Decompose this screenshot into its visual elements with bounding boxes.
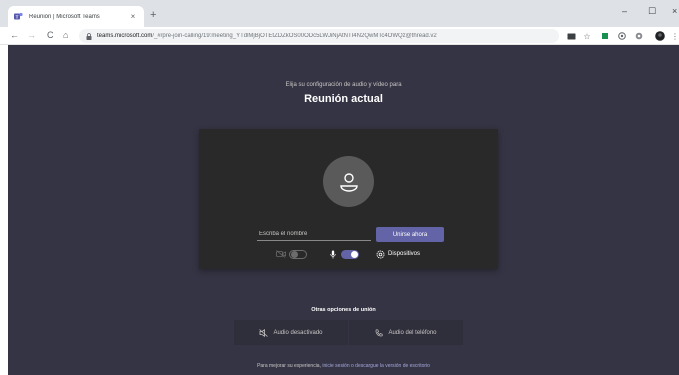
phone-audio-label: Audio del teléfono — [388, 329, 437, 336]
person-icon — [339, 172, 358, 192]
av-controls: Dispositivos — [199, 247, 498, 263]
star-icon[interactable]: ☆ — [582, 31, 592, 41]
teams-prejoin-page: Elija su configuración de audio y vídeo … — [8, 45, 679, 375]
back-button[interactable]: ← — [10, 29, 19, 42]
audio-off-option[interactable]: Audio desactivado — [234, 320, 348, 345]
extension-green-icon[interactable] — [600, 31, 610, 41]
microphone-toggle[interactable] — [341, 250, 359, 259]
devices-button[interactable]: Dispositivos — [388, 251, 420, 257]
microphone-icon — [330, 250, 336, 259]
browser-window: T Reunión | Microsoft Teams × + – ☐ × ← … — [0, 0, 679, 375]
video-preview: Unirse ahora Dispositivos — [199, 129, 498, 269]
audio-off-label: Audio desactivado — [273, 329, 323, 336]
microphone-toggle-knob — [351, 251, 358, 258]
close-window-button[interactable]: × — [672, 6, 677, 16]
extension-gray-icon[interactable] — [617, 31, 627, 41]
footer-text: Para mejorar su experiencia, inicie sesi… — [8, 363, 679, 369]
footer-signin-link[interactable]: inicie sesión o descargue la versión de … — [322, 363, 430, 369]
other-options-title: Otras opciones de unión — [311, 307, 376, 313]
cast-icon[interactable] — [566, 31, 576, 41]
browser-toolbar: ← → C ⌂ teams.microsoft.com/_#/pre-join-… — [0, 27, 679, 45]
url-host: teams.microsoft.com — [97, 33, 153, 39]
phone-icon — [376, 328, 384, 336]
gear-icon[interactable] — [376, 250, 385, 259]
avatar — [323, 156, 374, 207]
name-input[interactable] — [257, 227, 371, 241]
camera-toggle-knob — [291, 251, 298, 258]
new-tab-button[interactable]: + — [150, 9, 156, 21]
minimize-button[interactable]: – — [622, 6, 627, 16]
camera-off-icon — [276, 250, 286, 258]
join-now-button[interactable]: Unirse ahora — [376, 227, 444, 242]
restore-button[interactable]: ☐ — [648, 6, 656, 16]
url-text: teams.microsoft.com/_#/pre-join-calling/… — [97, 33, 437, 39]
extension-icon[interactable] — [634, 31, 644, 41]
home-button[interactable]: ⌂ — [63, 29, 68, 42]
teams-favicon-icon: T — [14, 12, 23, 21]
url-path: /_#/pre-join-calling/19:meeting_YTdlMjBj… — [152, 33, 437, 39]
menu-icon[interactable]: ⋮ — [670, 31, 679, 41]
forward-button[interactable]: → — [27, 29, 36, 42]
profile-avatar[interactable] — [655, 31, 665, 41]
phone-audio-option[interactable]: Audio del teléfono — [349, 320, 463, 345]
tab-close-icon[interactable]: × — [128, 12, 138, 21]
tab-title: Reunión | Microsoft Teams — [29, 13, 100, 20]
page-subtitle: Elija su configuración de audio y vídeo … — [285, 82, 402, 88]
page-title: Reunión actual — [304, 93, 383, 105]
lock-icon — [86, 32, 92, 40]
svg-text:T: T — [16, 14, 19, 19]
browser-tab[interactable]: T Reunión | Microsoft Teams × — [8, 6, 144, 27]
speaker-off-icon — [259, 328, 269, 337]
camera-toggle[interactable] — [289, 250, 307, 259]
footer-prefix: Para mejorar su experiencia, — [257, 363, 321, 369]
reload-button[interactable]: C — [47, 29, 54, 42]
tab-strip: T Reunión | Microsoft Teams × + – ☐ × — [0, 0, 679, 27]
address-bar[interactable]: teams.microsoft.com/_#/pre-join-calling/… — [79, 29, 559, 43]
